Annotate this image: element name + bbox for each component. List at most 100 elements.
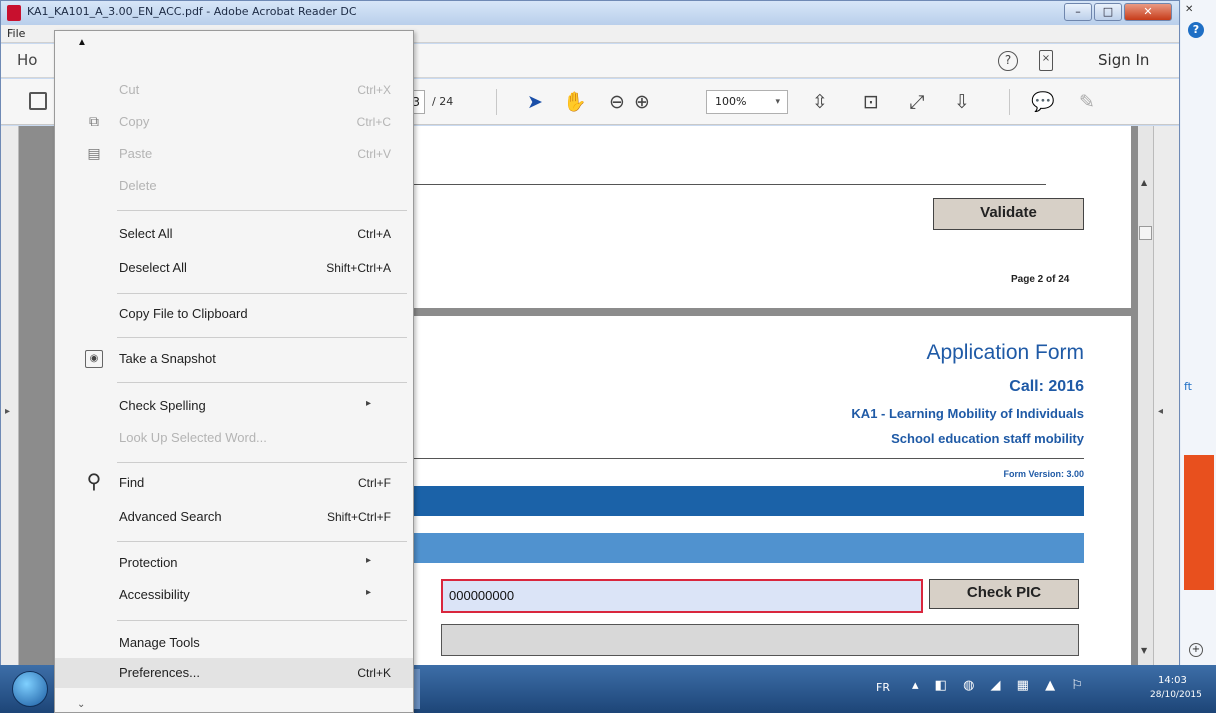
menu-scroll-up-icon[interactable]: ▲ <box>77 37 87 48</box>
menu-item-shortcut: Ctrl+C <box>356 115 391 129</box>
menu-item-shortcut: Ctrl+K <box>357 666 391 680</box>
menu-divider <box>117 541 407 542</box>
menu-item-paste[interactable]: ▤ Paste Ctrl+V <box>55 139 413 169</box>
expand-left-panel-icon[interactable]: ▸ <box>5 406 10 417</box>
help-icon[interactable]: ? <box>1188 22 1204 38</box>
edit-menu: ▲ Cut Ctrl+X ⧉ Copy Ctrl+C ▤ Paste Ctrl+… <box>54 30 414 713</box>
menu-item-cut[interactable]: Cut Ctrl+X <box>55 75 413 105</box>
validate-button[interactable]: Validate <box>933 198 1084 230</box>
scroll-down-icon[interactable]: ▼ <box>1141 646 1147 655</box>
orange-panel <box>1184 455 1214 590</box>
menu-item-manage-tools[interactable]: Manage Tools <box>55 628 413 658</box>
menu-item-select-all[interactable]: Select All Ctrl+A <box>55 219 413 249</box>
left-panel-rail[interactable]: ▸ <box>1 126 19 666</box>
menu-file[interactable]: File <box>7 27 25 40</box>
title-bar[interactable]: KA1_KA101_A_3.00_EN_ACC.pdf - Adobe Acro… <box>1 1 1179 25</box>
menu-item-label: Delete <box>119 178 157 193</box>
expand-right-panel-icon[interactable]: ◂ <box>1158 406 1163 417</box>
copy-icon: ⧉ <box>89 113 99 129</box>
tab-home[interactable]: Ho <box>17 51 37 69</box>
menu-item-label: Protection <box>119 555 178 570</box>
menu-item-label: Cut <box>119 82 140 97</box>
camera-icon: ◉ <box>85 350 103 368</box>
menu-item-shortcut: Ctrl+F <box>358 476 391 490</box>
menu-item-shortcut: Shift+Ctrl+A <box>326 261 391 275</box>
scrollbar-thumb[interactable] <box>1139 226 1152 240</box>
scroll-up-icon[interactable]: ▲ <box>1141 178 1147 187</box>
menu-item-shortcut: Shift+Ctrl+F <box>326 510 391 524</box>
menu-item-label: Find <box>119 475 145 490</box>
submenu-arrow-icon: ▸ <box>365 587 371 598</box>
menu-item-preferences[interactable]: Preferences... Ctrl+K <box>55 658 413 688</box>
read-mode-icon[interactable]: ⇩ <box>951 89 973 115</box>
menu-divider <box>117 337 407 338</box>
menu-divider <box>117 620 407 621</box>
menu-item-protection[interactable]: Protection ▸ <box>55 548 413 578</box>
menu-item-label: Paste <box>119 146 153 161</box>
clock-date[interactable]: 28/10/2015 <box>1150 690 1202 700</box>
menu-item-label: Copy File to Clipboard <box>119 306 248 321</box>
menu-divider <box>117 382 407 383</box>
menu-item-label: Check Spelling <box>119 398 206 413</box>
menu-item-check-spelling[interactable]: Check Spelling ▸ <box>55 391 413 421</box>
toolbar-divider <box>496 89 497 115</box>
fit-page-icon[interactable]: ⇳ <box>809 89 831 115</box>
right-panel-rail[interactable]: ◂ <box>1153 126 1179 666</box>
sign-pen-icon[interactable]: ✎ <box>1076 89 1098 115</box>
vertical-scrollbar[interactable]: ▲ ▼ <box>1138 126 1153 666</box>
menu-item-label: Preferences... <box>119 665 200 680</box>
save-icon[interactable] <box>29 92 47 110</box>
comment-icon[interactable]: 💬 <box>1031 89 1055 115</box>
close-icon[interactable]: ✕ <box>1185 4 1193 15</box>
form-field[interactable] <box>441 624 1079 656</box>
minimize-button[interactable]: – <box>1064 3 1092 21</box>
menu-divider <box>117 462 407 463</box>
clock-time[interactable]: 14:03 <box>1158 675 1187 686</box>
tray-icons[interactable]: ▴ ◧ ◍ ◢ ▦ ▲ ⚐ <box>912 678 1089 693</box>
link-fragment: ft <box>1184 380 1192 393</box>
form-title: Application Form <box>926 341 1084 364</box>
page-view-icon[interactable]: ⊡ <box>861 89 881 115</box>
menu-item-snapshot[interactable]: ◉ Take a Snapshot <box>55 344 413 374</box>
toolbar-divider <box>1009 89 1010 115</box>
page-number-label: Page 2 of 24 <box>1011 274 1070 285</box>
menu-item-copy[interactable]: ⧉ Copy Ctrl+C <box>55 107 413 137</box>
plus-icon[interactable]: + <box>1189 643 1203 657</box>
mobile-link-icon[interactable]: × <box>1039 50 1053 71</box>
background-window-edge: ✕ ? ft + <box>1181 0 1216 665</box>
select-tool-icon[interactable]: ➤ <box>525 89 545 115</box>
menu-divider <box>117 293 407 294</box>
submenu-arrow-icon: ▸ <box>365 398 371 409</box>
zoom-select[interactable]: 100% ▾ <box>706 90 788 114</box>
menu-item-advanced-search[interactable]: Advanced Search Shift+Ctrl+F <box>55 502 413 532</box>
zoom-out-icon[interactable]: ⊖ <box>606 89 628 115</box>
menu-item-accessibility[interactable]: Accessibility ▸ <box>55 580 413 610</box>
menu-item-copy-file[interactable]: Copy File to Clipboard <box>55 299 413 329</box>
menu-item-label: Manage Tools <box>119 635 200 650</box>
sign-in-link[interactable]: Sign In <box>1098 51 1149 69</box>
menu-item-shortcut: Ctrl+A <box>357 227 391 241</box>
fullscreen-icon[interactable]: ⤢ <box>906 89 928 115</box>
menu-item-deselect-all[interactable]: Deselect All Shift+Ctrl+A <box>55 253 413 283</box>
menu-item-shortcut: Ctrl+X <box>357 83 391 97</box>
start-button[interactable] <box>12 671 48 707</box>
menu-item-label: Select All <box>119 226 173 241</box>
menu-item-look-up-word[interactable]: Look Up Selected Word... <box>55 423 413 453</box>
form-action: KA1 - Learning Mobility of Individuals <box>851 406 1084 421</box>
pic-input[interactable]: 000000000 <box>441 579 923 613</box>
menu-item-delete[interactable]: Delete <box>55 171 413 201</box>
menu-item-find[interactable]: ⚲ Find Ctrl+F <box>55 468 413 498</box>
form-subtitle: School education staff mobility <box>891 431 1084 446</box>
maximize-button[interactable]: □ <box>1094 3 1122 21</box>
check-pic-button[interactable]: Check PIC <box>929 579 1079 609</box>
window-title: KA1_KA101_A_3.00_EN_ACC.pdf - Adobe Acro… <box>27 5 357 18</box>
help-icon[interactable]: ? <box>998 51 1018 71</box>
language-indicator[interactable]: FR <box>876 681 890 694</box>
menu-scroll-down-icon[interactable]: ⌄ <box>77 699 85 710</box>
zoom-value: 100% <box>715 95 747 108</box>
hand-tool-icon[interactable]: ✋ <box>563 89 587 115</box>
zoom-in-icon[interactable]: ⊕ <box>631 89 653 115</box>
menu-item-label: Look Up Selected Word... <box>119 430 267 445</box>
close-button[interactable]: ✕ <box>1124 3 1172 21</box>
menu-divider <box>117 210 407 211</box>
